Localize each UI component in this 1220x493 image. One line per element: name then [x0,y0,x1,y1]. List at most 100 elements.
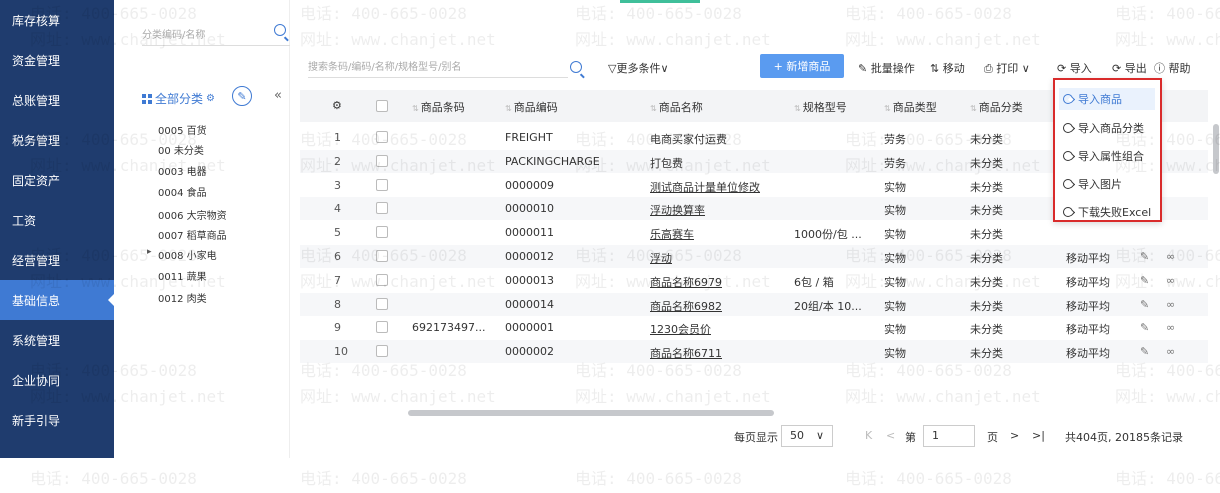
col-header-type[interactable]: ⇅ 商品类型 [884,99,937,115]
row-checkbox[interactable] [376,273,388,286]
link-icon[interactable]: ∞ [1166,345,1175,358]
nav-item-payroll[interactable]: 工资 [0,200,114,240]
category-item[interactable]: 0006 大宗物资 [158,207,227,222]
category-item[interactable]: 0011 蔬果 [158,268,207,283]
nav-item-inventory-accounting[interactable]: 库存核算 [0,0,114,40]
new-product-button[interactable]: + 新增商品 [760,54,844,78]
cell-name[interactable]: 商品名称6711 [650,345,722,361]
link-icon[interactable]: ∞ [1166,274,1175,287]
cell-name[interactable]: 商品名称6982 [650,298,722,314]
table-row[interactable]: 6 0000012 浮动 实物 未分类 移动平均 ✎ ∞ [300,245,1208,268]
cell-name[interactable]: 浮动换算率 [650,202,705,218]
category-item[interactable]: 0007 稻草商品 [158,227,227,242]
col-header-category[interactable]: ⇅ 商品分类 [970,99,1023,115]
more-filters-button[interactable]: ▽更多条件∨ [608,60,669,76]
cell-name[interactable]: 1230会员价 [650,321,711,337]
category-item[interactable]: 0012 肉类 [158,290,207,305]
row-checkbox[interactable] [376,297,388,310]
select-all-checkbox[interactable] [376,100,388,112]
chevron-down-icon: ∨ [815,429,824,442]
settings-icon[interactable]: ⚙ [332,99,342,112]
table-row[interactable]: 9 692173497... 0000001 1230会员价 实物 未分类 移动平均 ✎ ∞ [300,316,1208,339]
row-checkbox[interactable] [376,250,388,262]
menu-item-label: 导入商品分类 [1078,122,1144,135]
edit-icon[interactable]: ✎ [1140,345,1149,358]
category-item[interactable]: 0004 食品 [158,184,207,199]
menu-item-import-images[interactable]: 导入图片 [1063,176,1122,192]
link-icon[interactable]: ∞ [1166,321,1175,334]
prev-page-button[interactable]: < [886,429,895,442]
page-suffix: 页 [987,431,998,444]
edit-icon[interactable]: ✎ [1140,321,1149,334]
last-page-button[interactable]: >| [1032,429,1045,442]
row-checkbox[interactable] [376,154,388,167]
table-row[interactable]: 7 0000013 商品名称6979 6包 / 箱 实物 未分类 移动平均 ✎ ∞ [300,269,1208,292]
link-icon[interactable]: ∞ [1166,250,1175,263]
category-all[interactable]: 全部分类 ⚙ [142,90,215,107]
edit-icon[interactable]: ✎ [1140,298,1149,311]
row-checkbox[interactable] [376,202,388,215]
cell-name[interactable]: 商品名称6979 [650,274,722,290]
nav-item-basic-info[interactable]: 基础信息 [0,280,114,320]
category-item[interactable]: 0008 小家电 [147,247,217,262]
import-button[interactable]: ⟳ 导入 [1057,60,1092,76]
link-icon[interactable]: ∞ [1166,298,1175,311]
row-checkbox[interactable] [376,321,388,334]
edit-icon[interactable]: ✎ [1140,250,1149,263]
table-row[interactable]: 8 0000014 商品名称6982 20组/本 10... 实物 未分类 移动平均 ✎ ∞ [300,292,1208,316]
menu-item-import-categories[interactable]: 导入商品分类 [1063,120,1144,136]
watermark-phone: 电话: 400-665-0028 [575,4,742,23]
search-icon[interactable] [274,24,286,36]
help-button[interactable]: ⓘ 帮助 [1154,60,1191,76]
category-item[interactable]: 00 未分类 [158,142,204,157]
nav-item-fixed-assets[interactable]: 固定资产 [0,160,114,200]
menu-item-import-products[interactable]: 导入商品 [1059,88,1155,110]
batch-operation-button[interactable]: ✎ 批量操作 [858,60,915,76]
nav-item-funds[interactable]: 资金管理 [0,40,114,80]
category-item[interactable]: 0003 电器 [158,163,207,178]
cell-type: 实物 [884,228,906,242]
nav-item-business[interactable]: 经营管理 [0,240,114,280]
edit-category-button[interactable]: ✎ [232,86,252,106]
row-checkbox[interactable] [376,178,388,191]
cell-name[interactable]: 测试商品计量单位修改 [650,179,760,195]
first-page-button[interactable]: K [865,429,872,442]
cell-name[interactable]: 乐高赛车 [650,226,694,242]
category-item[interactable]: 0005 百货 [158,122,207,137]
product-search-input[interactable]: 搜索条码/编码/名称/规格型号/别名 [308,58,568,78]
gear-icon[interactable]: ⚙ [206,93,215,104]
page-number-input[interactable]: 1 [923,425,975,447]
table-row[interactable]: 5 0000011 乐高赛车 1000份/包 ... 实物 未分类 [300,221,1208,244]
cell-type: 实物 [884,252,906,265]
nav-item-system[interactable]: 系统管理 [0,320,114,360]
col-header-spec[interactable]: ⇅ 规格型号 [794,99,847,115]
export-button[interactable]: ⟳ 导出 [1112,60,1147,76]
search-icon[interactable] [570,61,582,73]
col-header-code[interactable]: ⇅ 商品编码 [505,99,558,115]
nav-item-tax[interactable]: 税务管理 [0,120,114,160]
print-button[interactable]: ⎙ 打印 ∨ [984,60,1030,76]
row-number: 8 [334,297,341,311]
nav-item-collaboration[interactable]: 企业协同 [0,360,114,400]
category-search-input[interactable]: 分类编码/名称 [142,24,290,46]
per-page-select[interactable]: 50 ∨ [781,425,833,447]
col-header-barcode[interactable]: ⇅ 商品条码 [412,99,465,115]
col-header-name[interactable]: ⇅ 商品名称 [650,99,703,115]
menu-item-import-attributes[interactable]: 导入属性组合 [1063,148,1144,164]
table-row[interactable]: 10 0000002 商品名称6711 实物 未分类 移动平均 ✎ ∞ [300,340,1208,364]
row-checkbox[interactable] [376,131,388,143]
nav-item-guide[interactable]: 新手引导 [0,400,114,440]
row-checkbox[interactable] [376,345,388,358]
nav-item-general-ledger[interactable]: 总账管理 [0,80,114,120]
collapse-icon[interactable]: « [274,88,282,103]
edit-icon[interactable]: ✎ [1140,274,1149,287]
cell-name[interactable]: 浮动 [650,250,672,266]
horizontal-scrollbar[interactable] [408,410,774,416]
menu-item-download-failed[interactable]: 下载失败Excel [1063,204,1151,220]
watermark-phone: 电话: 400-665-0028 [845,469,1012,488]
move-button[interactable]: ⇅ 移动 [930,60,965,76]
row-checkbox[interactable] [376,226,388,239]
vertical-scrollbar[interactable] [1213,124,1219,174]
row-number: 9 [334,321,341,335]
next-page-button[interactable]: > [1010,429,1019,442]
